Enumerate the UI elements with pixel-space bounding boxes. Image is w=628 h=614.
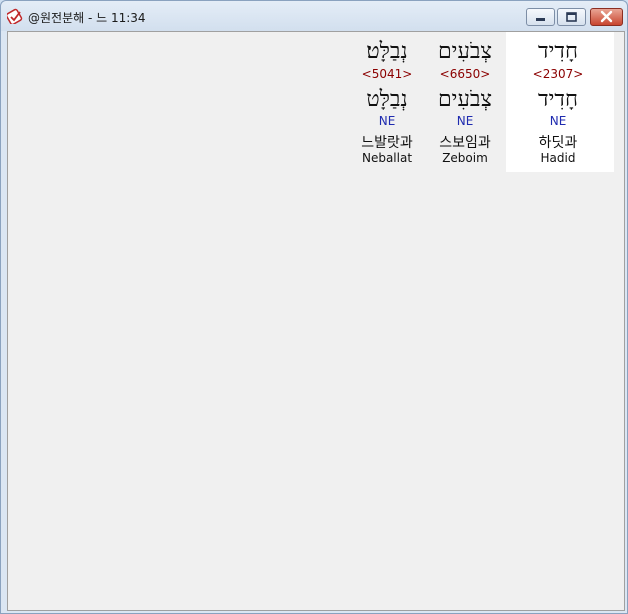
app-logo-icon	[7, 8, 23, 24]
korean-gloss: 스보임과	[439, 135, 491, 151]
english-gloss: Zeboim	[442, 151, 488, 165]
close-button[interactable]	[590, 8, 623, 26]
english-gloss: Neballat	[361, 151, 413, 165]
minimize-button[interactable]	[526, 8, 555, 26]
hebrew-text: נְבַלָּט׃	[366, 39, 408, 64]
hebrew-lexeme: חָדִיד	[538, 87, 578, 112]
app-window: @원전분해 - 느 11:34 חָדִיד <2307> חָדִיד NE …	[0, 0, 628, 614]
part-of-speech: NE	[456, 114, 474, 128]
hebrew-lexeme: צְבֹעִים	[437, 87, 493, 112]
title-bar[interactable]: @원전분해 - 느 11:34	[1, 1, 627, 31]
english-gloss: Hadid	[540, 151, 576, 165]
maximize-button[interactable]	[557, 8, 586, 26]
part-of-speech: NE	[549, 114, 567, 128]
hebrew-text: צְבֹעִים	[437, 39, 493, 64]
hebrew-lexeme: נְבַלָּט	[366, 87, 408, 112]
restore-icon	[566, 12, 577, 22]
part-of-speech: NE	[378, 114, 396, 128]
strongs-number[interactable]: <5041>	[345, 67, 429, 81]
minimize-icon	[536, 18, 545, 21]
interlinear-panel: חָדִיד <2307> חָדִיד NE 하딧과 Hadid צְבֹעִ…	[7, 31, 625, 611]
strongs-number[interactable]: <2307>	[516, 67, 600, 81]
hebrew-text: חָדִיד	[538, 39, 578, 64]
korean-gloss: 하딧과	[538, 135, 578, 151]
window-title: @원전분해 - 느 11:34	[28, 11, 146, 25]
strongs-number[interactable]: <6650>	[423, 67, 507, 81]
korean-gloss: 느발랏과	[361, 135, 413, 151]
close-icon	[600, 10, 613, 23]
